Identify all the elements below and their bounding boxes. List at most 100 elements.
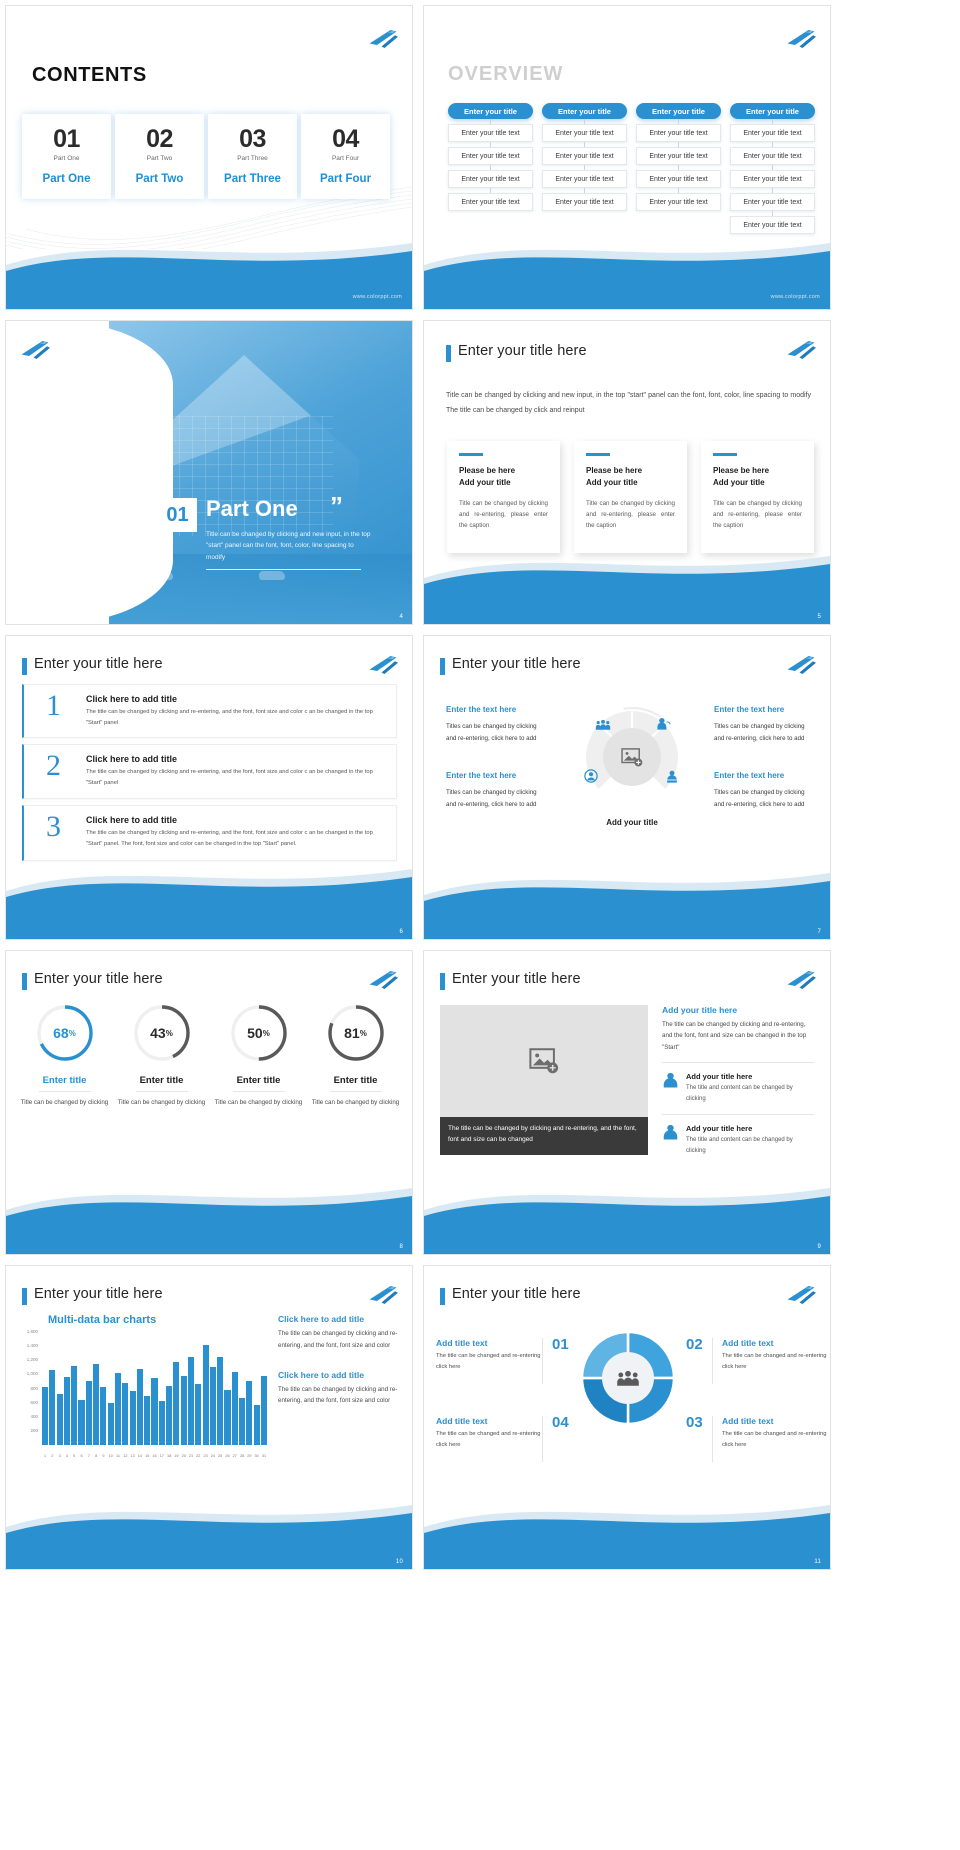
diagram-text-block[interactable]: Enter the text here Titles can be change… [446, 702, 544, 745]
x-tick-label: 6 [80, 1454, 83, 1458]
contents-card[interactable]: 02 Part Two Part Two [115, 114, 204, 199]
divider [542, 1338, 543, 1384]
overview-item[interactable]: Enter your title text [542, 193, 627, 211]
slide-8-photo-and-list[interactable]: Enter your title here The title can be c… [424, 951, 830, 1254]
overview-item[interactable]: Enter your title text [636, 170, 721, 188]
overview-item[interactable]: Enter your title text [448, 147, 533, 165]
wave-decoration [424, 865, 830, 939]
bar [217, 1357, 224, 1445]
wave-decoration [6, 235, 412, 309]
diagram-text-block[interactable]: Enter the text here Titles can be change… [714, 768, 812, 811]
center-image-placeholder[interactable] [603, 728, 661, 786]
overview-column: Enter your title Enter your title text E… [448, 103, 533, 234]
text-block[interactable]: Click here to add title The title can be… [278, 1314, 398, 1352]
bar [187, 1357, 195, 1445]
brand-logo-icon [786, 339, 816, 361]
wave-decoration [6, 1180, 412, 1254]
slide-2-overview[interactable]: OVERVIEW Enter your title Enter your tit… [424, 6, 830, 309]
slide-9-bar-chart[interactable]: Enter your title here Multi-data bar cha… [6, 1266, 412, 1569]
info-card[interactable]: Please be here Add your title Title can … [701, 441, 814, 553]
ring-value: 50% [247, 1025, 270, 1041]
list-item[interactable]: 3 Click here to add title The title can … [22, 804, 397, 861]
text-block[interactable]: Click here to add title The title can be… [278, 1370, 398, 1408]
list-item[interactable]: 2 Click here to add title The title can … [22, 744, 397, 799]
card-text: Title can be changed by clicking and re-… [713, 499, 802, 530]
overview-item[interactable]: Enter your title text [448, 124, 533, 142]
wave-decoration [424, 550, 830, 624]
diagram-text-block[interactable]: Enter the text here Titles can be change… [714, 702, 812, 745]
page-title: Enter your title here [440, 656, 581, 675]
column-pill-button[interactable]: Enter your title [542, 103, 627, 119]
divider [542, 1416, 543, 1462]
ring-heading: Enter title [236, 1075, 281, 1086]
block-text: Titles can be changed by clicking and re… [446, 722, 537, 742]
overview-item[interactable]: Enter your title text [730, 193, 815, 211]
slide-4-three-cards[interactable]: Enter your title here Title can be chang… [424, 321, 830, 624]
accent-bar [459, 453, 483, 456]
card-subtitle: Part Three [237, 155, 268, 162]
card-name: Part Two [135, 173, 184, 185]
overview-item[interactable]: Enter your title text [730, 147, 815, 165]
list-item[interactable]: Add your title here The title and conten… [662, 1124, 814, 1157]
contents-card[interactable]: 03 Part Three Part Three [208, 114, 297, 199]
x-tick-label: 31 [261, 1454, 267, 1458]
ring-item[interactable]: 43% Enter title Title can be changed by … [113, 1003, 210, 1108]
photo-placeholder[interactable] [440, 1005, 648, 1117]
x-tick-label: 23 [203, 1454, 208, 1458]
column-pill-button[interactable]: Enter your title [730, 103, 815, 119]
x-axis-ticks: 1 2 3 4 5 6 7 8 9 10 11 12 13 14 15 16 17 18 19 20 21 22 23 24 2… [42, 1454, 267, 1458]
detail-panel: Add your title here The title can be cha… [662, 1005, 814, 1165]
x-tick-label: 8 [95, 1454, 98, 1458]
overview-item[interactable]: Enter your title text [636, 124, 721, 142]
slide-5-numbered-list[interactable]: Enter your title here 1 Click here to ad… [6, 636, 412, 939]
cycle-ring[interactable]: Add title text Add title text Add title … [564, 1311, 690, 1440]
ring-item[interactable]: 68% Enter title Title can be changed by … [16, 1003, 113, 1108]
bar [253, 1405, 260, 1445]
slide-1-contents[interactable]: CONTENTS 01 Part One Part One 02 Part Tw… [6, 6, 412, 309]
slide-7-percent-rings[interactable]: Enter your title here 68% Enter title Ti… [6, 951, 412, 1254]
overview-item[interactable]: Enter your title text [542, 124, 627, 142]
intro-paragraph: Title can be changed by clicking and new… [446, 392, 811, 414]
slide-10-cycle-diagram[interactable]: Enter your title here Add title text The… [424, 1266, 830, 1569]
contents-card[interactable]: 04 Part Four Part Four [301, 114, 390, 199]
cycle-text-cell[interactable]: Add title text The title can be changed … [436, 1338, 541, 1372]
overview-item[interactable]: Enter your title text [730, 170, 815, 188]
slide-3-section-cover[interactable]: 01 Part One ” Title can be changed by cl… [6, 321, 412, 624]
overview-item[interactable]: Enter your title text [636, 147, 721, 165]
list-item[interactable]: Add your title here The title and conten… [662, 1072, 814, 1105]
donut-diagram[interactable] [579, 704, 685, 810]
overview-item[interactable]: Enter your title text [448, 193, 533, 211]
overview-item[interactable]: Enter your title text [730, 124, 815, 142]
diagram-text-block[interactable]: Enter the text here Titles can be change… [446, 768, 544, 811]
ring-item[interactable]: 81% Enter title Title can be changed by … [307, 1003, 404, 1108]
ring-item[interactable]: 50% Enter title Title can be changed by … [210, 1003, 307, 1108]
overview-item[interactable]: Enter your title text [542, 170, 627, 188]
card-list: Please be here Add your title Title can … [447, 441, 814, 553]
x-tick-label: 4 [65, 1454, 68, 1458]
brand-logo-icon [786, 654, 816, 676]
overview-item[interactable]: Enter your title text [730, 216, 815, 234]
info-card[interactable]: Please be here Add your title Title can … [574, 441, 687, 553]
column-pill-button[interactable]: Enter your title [636, 103, 721, 119]
x-tick-label: 19 [174, 1454, 179, 1458]
contents-card[interactable]: 01 Part One Part One [22, 114, 111, 199]
cycle-text-cell[interactable]: Add title text The title can be changed … [722, 1416, 827, 1450]
overview-item[interactable]: Enter your title text [542, 147, 627, 165]
curve-mask [53, 321, 173, 624]
y-tick-label: 1,200 [26, 1357, 38, 1363]
overview-item[interactable]: Enter your title text [448, 170, 533, 188]
list-item[interactable]: 1 Click here to add title The title can … [22, 684, 397, 739]
slide-6-donut-diagram[interactable]: Enter your title here Enter the text her… [424, 636, 830, 939]
row-number: 1 [46, 689, 61, 722]
cycle-text-cell[interactable]: Add title text The title can be changed … [722, 1338, 827, 1372]
card-name: Part One [42, 173, 91, 185]
bar [246, 1381, 253, 1445]
overview-item[interactable]: Enter your title text [636, 193, 721, 211]
ring-heading: Enter title [139, 1075, 184, 1086]
column-pill-button[interactable]: Enter your title [448, 103, 533, 119]
y-tick-label: 800 [30, 1385, 38, 1391]
block-text: Titles can be changed by clicking and re… [714, 722, 805, 742]
info-card[interactable]: Please be here Add your title Title can … [447, 441, 560, 553]
x-tick-label: 11 [116, 1454, 120, 1458]
cycle-text-cell[interactable]: Add title text The title can be changed … [436, 1416, 541, 1450]
